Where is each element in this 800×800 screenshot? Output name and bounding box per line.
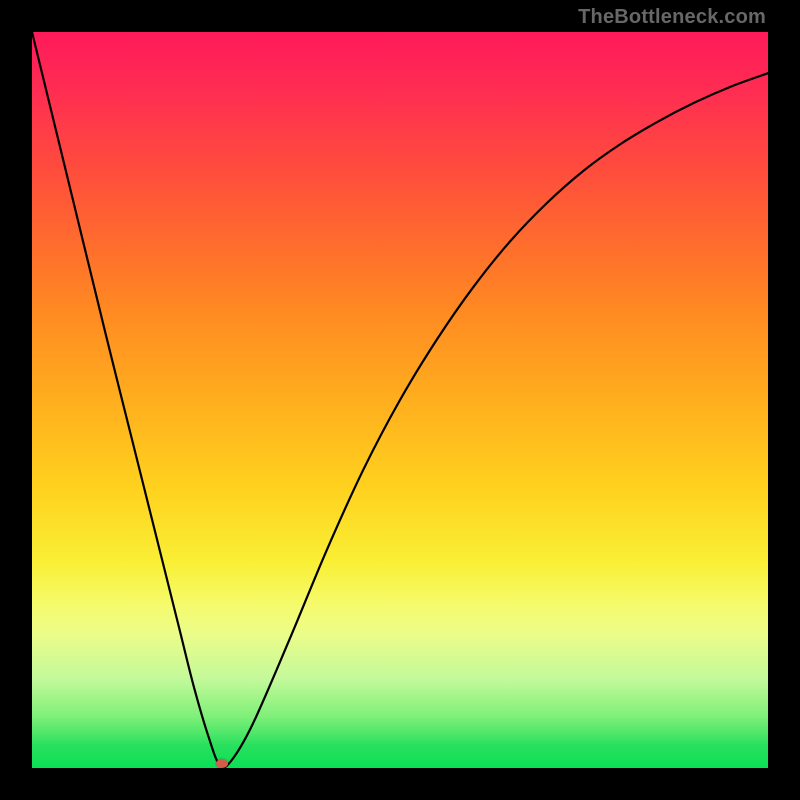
- curve-path: [32, 32, 768, 767]
- chart-frame: TheBottleneck.com: [0, 0, 800, 800]
- curve-svg: [32, 32, 768, 768]
- plot-area: [32, 32, 768, 768]
- minimum-marker: [216, 759, 228, 768]
- watermark-text: TheBottleneck.com: [578, 6, 766, 29]
